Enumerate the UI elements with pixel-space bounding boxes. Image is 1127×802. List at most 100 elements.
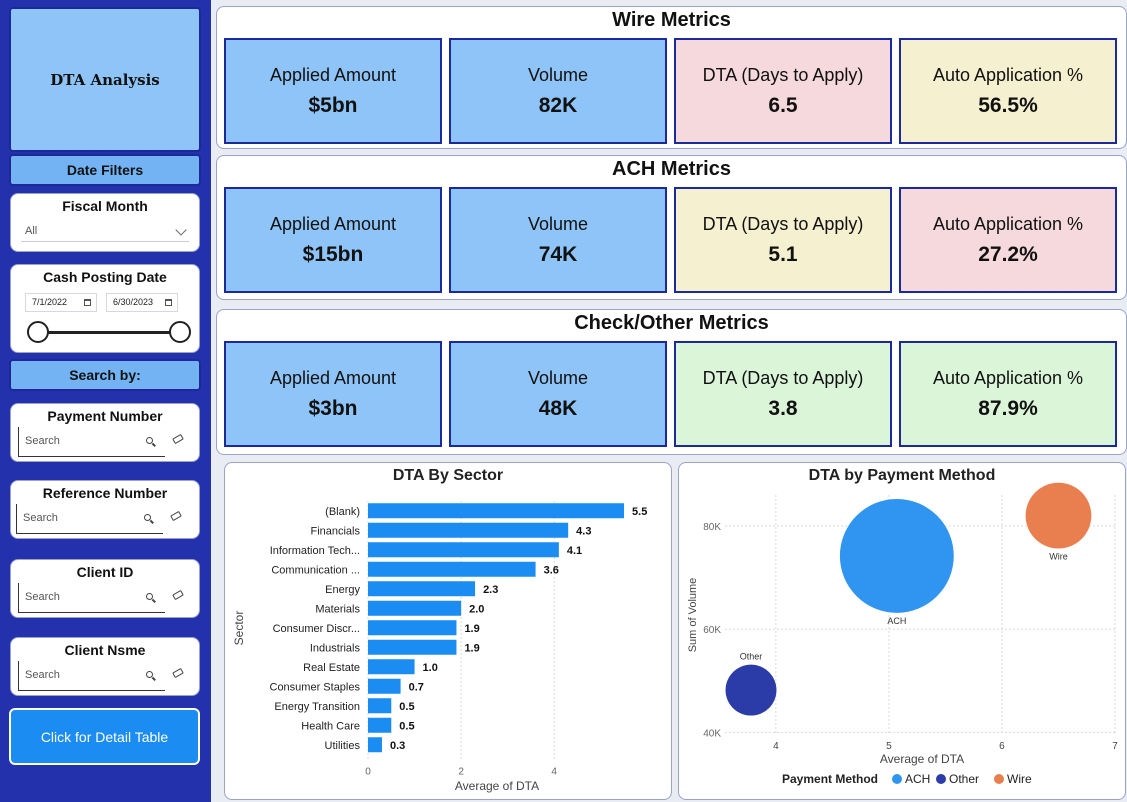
client-name-input[interactable] (25, 669, 135, 681)
cash-posting-date-slicer: Cash Posting Date 7/1/2022 6/30/2023 (10, 264, 200, 353)
data-label: 3.6 (544, 564, 559, 576)
category-label: Consumer Staples (270, 681, 361, 693)
sidebar: DTA Analysis Date Filters Fiscal Month A… (0, 0, 211, 802)
kpi-tile: Auto Application % 56.5% (899, 38, 1117, 144)
client-id-input[interactable] (25, 591, 135, 603)
payment-number-search: Payment Number (10, 403, 200, 462)
cash-posting-date-label: Cash Posting Date (43, 269, 167, 285)
calendar-icon[interactable] (165, 299, 172, 306)
kpi-tile: DTA (Days to Apply) 3.8 (674, 341, 892, 447)
kpi-tile: Volume 74K (449, 187, 667, 293)
search-by-header: Search by: (9, 359, 201, 391)
dta-by-payment-method-chart: DTA by Payment Method 40K 60K 80K 4 5 6 7 ACH Ot… (678, 462, 1126, 800)
chevron-down-icon (175, 224, 187, 236)
bar (368, 522, 569, 538)
category-label: Energy (325, 584, 360, 596)
kpi-tile: Applied Amount $5bn (224, 38, 442, 144)
eraser-icon[interactable] (172, 589, 184, 601)
kpi-label: Auto Application % (932, 64, 1084, 85)
fiscal-month-dropdown[interactable]: All (21, 222, 189, 242)
kpi-value: 48K (538, 396, 578, 420)
bar (368, 620, 457, 636)
kpi-label: Applied Amount (269, 213, 397, 234)
detail-table-button[interactable]: Click for Detail Table (9, 708, 200, 765)
bar (368, 600, 462, 616)
search-field-label: Payment Number (47, 408, 163, 424)
eraser-icon[interactable] (170, 510, 182, 522)
date-range-slider-track[interactable] (39, 331, 183, 334)
kpi-tile: Auto Application % 27.2% (899, 187, 1117, 293)
kpi-value: $3bn (308, 396, 358, 420)
category-label: Consumer Discr... (273, 623, 360, 635)
reference-number-input[interactable] (23, 512, 133, 524)
bar (368, 503, 625, 519)
start-date-input[interactable]: 7/1/2022 (25, 293, 97, 312)
bubble-label: ACH (887, 616, 906, 626)
date-slider-start-handle[interactable] (27, 321, 49, 343)
kpi-label: DTA (Days to Apply) (702, 213, 864, 234)
x-tick-label: 0 (365, 767, 371, 778)
data-label: 0.7 (409, 681, 424, 693)
kpi-tile: Volume 82K (449, 38, 667, 144)
search-field-label: Client ID (76, 564, 134, 580)
bar (368, 698, 392, 714)
category-label: Industrials (310, 642, 361, 654)
search-icon[interactable] (146, 593, 153, 600)
search-icon[interactable] (146, 437, 153, 444)
fiscal-month-label: Fiscal Month (62, 198, 148, 214)
kpi-value: 5.1 (768, 242, 798, 266)
kpi-label: DTA (Days to Apply) (702, 367, 864, 388)
bubble (839, 498, 954, 613)
search-icon[interactable] (146, 671, 153, 678)
category-label: Real Estate (303, 662, 360, 674)
y-tick-label: 80K (703, 522, 721, 533)
payment-number-input[interactable] (25, 435, 135, 447)
x-tick-label: 5 (886, 741, 892, 752)
panel-title: Wire Metrics (612, 9, 731, 31)
data-label: 2.3 (483, 584, 498, 596)
report-title: DTA Analysis (9, 7, 201, 152)
legend-label: Wire (1007, 772, 1032, 786)
kpi-label: Auto Application % (932, 367, 1084, 388)
data-label: 1.9 (464, 623, 479, 635)
search-field-label: Client Nsme (64, 642, 146, 658)
end-date-input[interactable]: 6/30/2023 (106, 293, 178, 312)
fiscal-month-value: All (25, 225, 38, 237)
kpi-label: Volume (527, 367, 589, 388)
bubble-chart-svg: 40K 60K 80K 4 5 6 7 ACH Other Wire Average of DTA S… (687, 482, 1118, 786)
bubble (1025, 482, 1092, 549)
y-tick-label: 40K (703, 728, 721, 739)
category-label: Communication ... (271, 564, 360, 576)
x-axis-title: Average of DTA (880, 752, 964, 766)
wire-metrics-panel: Wire Metrics Applied Amount $5bn Volume 82… (216, 6, 1127, 149)
data-label: 1.9 (464, 642, 479, 654)
legend-label: Other (949, 772, 979, 786)
bubble (725, 664, 777, 716)
x-tick-label: 2 (458, 767, 464, 778)
data-label: 1.0 (423, 662, 438, 674)
bubble-label: Wire (1049, 552, 1068, 562)
fiscal-month-slicer: Fiscal Month All (10, 193, 200, 252)
category-label: Information Tech... (270, 545, 360, 557)
data-label: 0.5 (399, 701, 414, 713)
client-name-search: Client Nsme (10, 637, 200, 696)
date-slider-end-handle[interactable] (169, 321, 191, 343)
legend-title: Payment Method (782, 772, 878, 786)
bar (368, 581, 476, 597)
search-icon[interactable] (144, 514, 151, 521)
bar (368, 639, 457, 655)
kpi-label: Volume (527, 64, 589, 85)
category-label: Health Care (301, 720, 360, 732)
eraser-icon[interactable] (172, 667, 184, 679)
data-label: 0.5 (399, 720, 414, 732)
x-tick-label: 4 (551, 767, 557, 778)
kpi-value: 6.5 (768, 93, 798, 117)
eraser-icon[interactable] (172, 433, 184, 445)
kpi-label: Applied Amount (269, 367, 397, 388)
bar (368, 737, 382, 753)
legend-marker (936, 774, 946, 784)
calendar-icon[interactable] (84, 299, 91, 306)
bar (368, 678, 401, 694)
bar (368, 717, 392, 733)
search-box (18, 427, 165, 457)
